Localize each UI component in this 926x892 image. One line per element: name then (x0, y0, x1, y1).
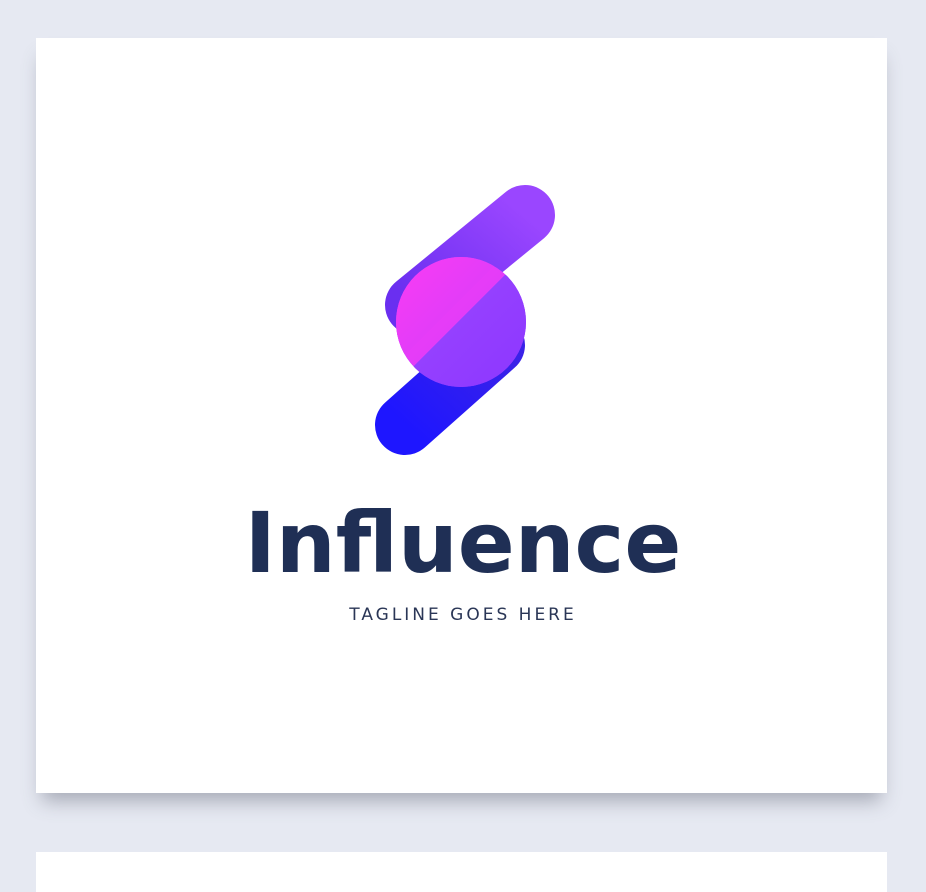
brand-name: Influence (244, 494, 682, 592)
next-card-edge (36, 852, 887, 892)
influence-logo-icon (375, 185, 555, 455)
brand-tagline: TAGLINE GOES HERE (349, 605, 577, 625)
